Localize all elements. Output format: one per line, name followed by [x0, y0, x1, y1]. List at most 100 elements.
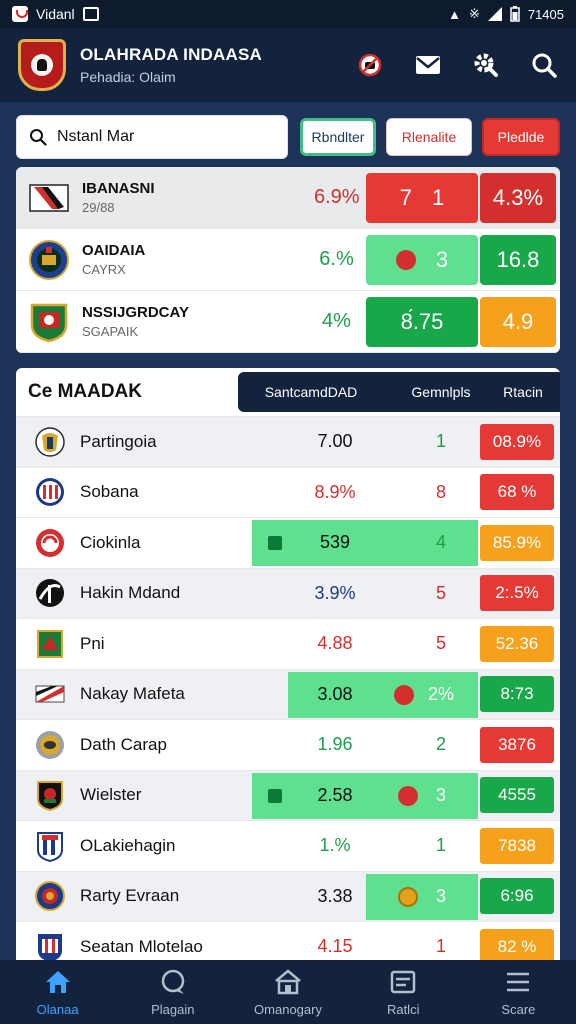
nav-item-stats[interactable]: Ratlci [346, 960, 461, 1024]
stat-value-1: 4.15 [317, 936, 353, 957]
team-logo [34, 628, 66, 660]
team-percentage: 4% [322, 310, 351, 332]
league-table-header: Ce MAADAK SantcamdDAD Gemnlpls Rtacin [16, 368, 560, 416]
app-icon [12, 6, 28, 22]
table-row[interactable]: Pni 4.88 5 52.36 [16, 618, 560, 669]
stat-value-1: 4.88 [317, 633, 353, 654]
team-score-block: 7 1 [366, 172, 478, 223]
stat-value-2: 5 [435, 633, 446, 654]
team-logo [34, 931, 66, 960]
settings-icon[interactable] [472, 51, 500, 79]
stat-value-1: 8.9% [314, 481, 356, 502]
search-icon[interactable] [530, 51, 558, 79]
filter-button-1[interactable]: Rbndlter [300, 118, 376, 156]
nav-item-store[interactable]: Omanogary [230, 960, 345, 1024]
stat-value-1: 3.08 [317, 683, 353, 704]
mail-icon[interactable] [414, 51, 442, 79]
team-logo [34, 880, 66, 912]
rating-badge: 8:73 [480, 676, 554, 713]
menu-icon [504, 968, 532, 996]
search-icon [30, 129, 47, 146]
signal-icon [487, 7, 502, 21]
table-row[interactable]: Dath Carap 1.96 2 3876 [16, 719, 560, 770]
team-percentage: 6.% [319, 248, 354, 270]
stat-value-1: 2.58 [317, 784, 353, 805]
team-logo [34, 678, 66, 710]
team-name: Nakay Mafeta [80, 684, 185, 704]
team-name: Sobana [80, 482, 139, 502]
team-name: Ciokinla [80, 532, 141, 552]
stat-value-1: 3.38 [317, 885, 353, 906]
team-name: OLakiehagin [80, 835, 176, 855]
store-icon [274, 968, 302, 996]
nav-item-chat[interactable]: Plagain [115, 960, 230, 1024]
column-header-1[interactable]: SantcamdDAD [246, 384, 376, 400]
home-icon [44, 968, 72, 996]
app-title: OLAHRADA INDAASA [80, 45, 263, 64]
app-subtitle: Pehadia: Olaim [80, 69, 176, 85]
stat-value-1: 1.% [319, 835, 351, 856]
top-team-row[interactable]: NSSIJGRDCAY SGAPAIK 4% 8́.75 4.9 [16, 291, 560, 353]
column-headers: SantcamdDAD Gemnlpls Rtacin [238, 372, 560, 412]
stat-value-1: 3.9% [314, 582, 356, 603]
stat-value-2: 2% [427, 683, 454, 704]
team-name: Dath Carap [80, 734, 167, 754]
top-team-row[interactable]: IBANASNI 29/88 6.9% 7 1 4.3% [16, 167, 560, 229]
rating-badge: 52.36 [480, 625, 554, 662]
top-team-row[interactable]: OAIDAIA CAYRX 6.% 3 16.8 [16, 229, 560, 291]
stat-value-1: 1.96 [317, 734, 353, 755]
table-row[interactable]: Sobana 8.9% 8 68 % [16, 466, 560, 518]
table-row[interactable]: Rarty Evraan 3.38 3 6:96 [16, 870, 560, 921]
rating-badge: 68 % [480, 474, 554, 511]
table-row[interactable]: Nakay Mafeta 3.08 2% 8:73 [16, 668, 560, 719]
column-header-2[interactable]: Gemnlpls [396, 384, 486, 400]
flag-icon [395, 249, 416, 270]
team-end-value: 4.3% [480, 172, 556, 223]
filter-button-2[interactable]: Rlenalite [386, 118, 472, 156]
team-name: Partingoia [80, 431, 157, 451]
stat-value-2: 2 [435, 734, 446, 755]
stat-value-2: 1 [435, 431, 446, 452]
nav-label: Scare [501, 1001, 536, 1017]
table-row[interactable]: Ciokinla 539 4 85.9% [16, 517, 560, 568]
stat-value-2: 5 [435, 582, 446, 603]
rating-badge: 7838 [480, 827, 554, 864]
team-meta: SGAPAIK [82, 324, 139, 339]
team-logo [30, 303, 68, 342]
filter-button-3[interactable]: Pledlde [482, 118, 560, 156]
stat-value-2: 1 [435, 835, 446, 856]
table-row[interactable]: Hakin Mdand 3.9% 5 2:.5% [16, 567, 560, 618]
status-app-label: Vidanl [36, 6, 75, 22]
clock: 71405 [527, 6, 564, 22]
search-input[interactable] [57, 128, 257, 146]
league-rows: Partingoia 7.00 1 08.9% Sobana 8.9% 8 68 % Cioki… [16, 416, 560, 960]
column-header-3[interactable]: Rtacin [490, 384, 556, 400]
stat-value-1: 7.00 [317, 431, 353, 452]
table-row[interactable]: Partingoia 7.00 1 08.9% [16, 416, 560, 467]
stat-value-1: 539 [319, 532, 351, 553]
nav-item-home[interactable]: Olanaa [0, 960, 115, 1024]
table-row[interactable]: Wielster 2.58 3 4555 [16, 769, 560, 820]
team-name: IBANASNI [82, 180, 155, 197]
team-name: NSSIJGRDCAY [82, 304, 189, 321]
team-logo [34, 830, 66, 862]
table-row[interactable]: Seatan Mlotelao 4.15 1 82 % [16, 921, 560, 960]
stat-value-2: 1 [435, 936, 446, 957]
team-logo [34, 577, 66, 609]
bluetooth-icon: ※ [468, 6, 480, 21]
indicator-icon [268, 788, 282, 803]
battery-icon [510, 6, 520, 22]
stat-value-2: 4 [435, 532, 446, 553]
team-percentage: 6.9% [314, 186, 360, 208]
team-name: OAIDAIA [82, 242, 146, 259]
team-meta: 29/88 [82, 200, 115, 215]
rating-badge: 4555 [480, 777, 554, 814]
nav-item-menu[interactable]: Scare [461, 960, 576, 1024]
no-notifications-icon[interactable] [356, 51, 384, 79]
nav-label: Plagain [151, 1001, 195, 1017]
team-logo [34, 476, 66, 508]
stat-value-2: 3 [435, 885, 446, 906]
table-row[interactable]: OLakiehagin 1.% 1 7838 [16, 820, 560, 871]
stat-value-2: 8 [435, 481, 446, 502]
league-title: Ce MAADAK [28, 381, 142, 402]
